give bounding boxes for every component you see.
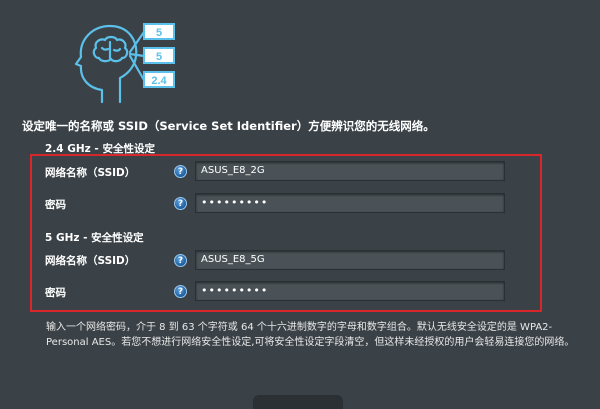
password-label-5ghz: 密码: [45, 287, 66, 299]
help-icon[interactable]: ?: [174, 254, 187, 267]
password-input-24ghz[interactable]: •••••••••: [195, 193, 505, 213]
ssid-input-5ghz[interactable]: ASUS_E8_5G: [195, 250, 505, 270]
ssid-input-24ghz[interactable]: ASUS_E8_2G: [195, 161, 505, 181]
next-button-edge[interactable]: [253, 395, 343, 409]
band-tag-label: 5: [156, 27, 162, 39]
help-icon[interactable]: ?: [174, 197, 187, 210]
password-label-24ghz: 密码: [45, 199, 66, 211]
ssid-intro-text: 设定唯一的名称或 SSID（Service Set Identifier）方便辨…: [22, 119, 435, 133]
help-icon[interactable]: ?: [174, 285, 187, 298]
help-icon[interactable]: ?: [174, 165, 187, 178]
password-hint-text: 输入一个网络密码，介于 8 到 63 个字符或 64 个十六进制数字的字母和数字…: [46, 322, 575, 348]
band-tag-label: 2.4: [151, 75, 167, 87]
ssid-label-5ghz: 网络名称（SSID）: [45, 255, 136, 267]
section-title-24ghz: 2.4 GHz - 安全性设定: [45, 143, 155, 155]
band-tag-label: 5: [156, 51, 162, 63]
ssid-label-24ghz: 网络名称（SSID）: [45, 167, 136, 179]
section-title-5ghz: 5 GHz - 安全性设定: [45, 232, 144, 244]
wireless-head-illustration: 5 5 2.4: [74, 23, 175, 104]
password-input-5ghz[interactable]: •••••••••: [195, 281, 505, 301]
